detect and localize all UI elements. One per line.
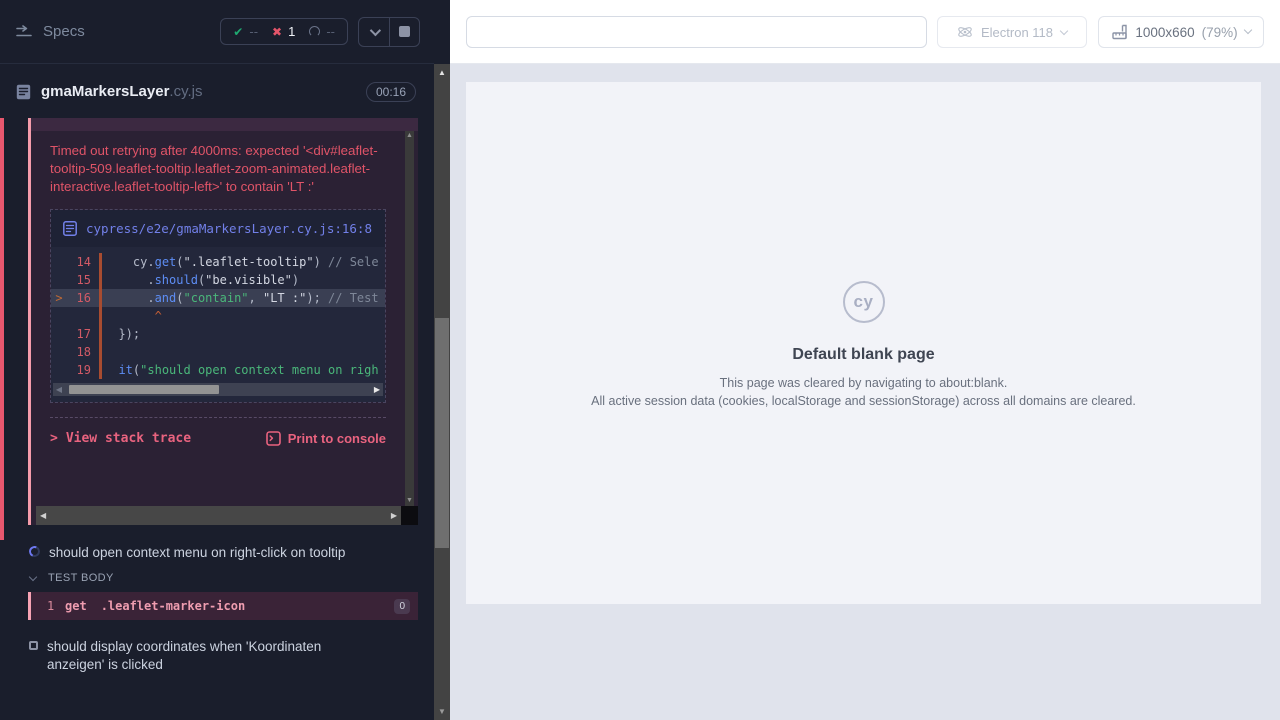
print-to-console-button[interactable]: Print to console <box>266 431 386 446</box>
electron-icon <box>957 24 973 40</box>
test-queued-icon <box>29 641 38 650</box>
code-frame: cypress/e2e/gmaMarkersLayer.cy.js:16:8 1… <box>50 209 386 403</box>
sidebar-toggle-icon <box>16 25 33 39</box>
scrollbar-thumb[interactable] <box>69 385 219 394</box>
test-error-panel: Timed out retrying after 4000ms: expecte… <box>28 118 418 525</box>
blank-page-description: This page was cleared by navigating to a… <box>720 376 1008 390</box>
test-title: should open context menu on right-click … <box>49 544 345 562</box>
scroll-down-arrow-icon[interactable]: ▼ <box>406 496 413 506</box>
stop-icon <box>399 26 410 37</box>
stat-failed: ✖ 1 <box>272 24 295 39</box>
spec-timer-badge: 00:16 <box>366 82 416 102</box>
browser-selector[interactable]: Electron 118 <box>937 16 1087 48</box>
error-horizontal-scrollbar[interactable]: ◀ ▶ <box>36 506 418 525</box>
viewport-zoom-label: (79%) <box>1202 25 1238 40</box>
code-horizontal-scrollbar[interactable]: ◀ ▶ <box>53 383 383 396</box>
blank-page-title: Default blank page <box>792 346 934 364</box>
scroll-right-arrow-icon[interactable]: ▶ <box>371 385 383 394</box>
blank-page-session-note: All active session data (cookies, localS… <box>591 394 1136 408</box>
failed-test-indicator-strip <box>0 118 4 540</box>
url-input[interactable] <box>466 16 927 48</box>
code-line: 18 <box>51 343 385 361</box>
test-running-spinner-icon <box>27 544 41 558</box>
collapse-tests-button[interactable] <box>359 18 389 46</box>
spec-file-icon <box>16 84 31 100</box>
specs-menu-toggle[interactable]: Specs <box>16 23 85 40</box>
scroll-up-arrow-icon[interactable]: ▲ <box>406 131 413 141</box>
scroll-right-arrow-icon[interactable]: ▶ <box>391 511 397 520</box>
command-number: 1 <box>31 599 61 613</box>
code-frame-file-link[interactable]: cypress/e2e/gmaMarkersLayer.cy.js:16:8 <box>86 219 372 238</box>
stat-pending: -- <box>309 24 335 39</box>
test-body-section-toggle[interactable]: TEST BODY <box>30 572 114 584</box>
chevron-down-icon <box>29 572 37 580</box>
code-line: 14 cy.get(".leaflet-tooltip") // Sele <box>51 253 385 271</box>
chevron-down-icon <box>1243 26 1251 34</box>
code-frame-header[interactable]: cypress/e2e/gmaMarkersLayer.cy.js:16:8 <box>51 210 385 247</box>
scroll-left-arrow-icon[interactable]: ◀ <box>40 511 46 520</box>
chevron-down-icon <box>1060 26 1068 34</box>
chevron-right-icon: > <box>50 431 58 446</box>
code-rows: 14 cy.get(".leaflet-tooltip") // Sele15 … <box>51 253 385 379</box>
scrollbar-thumb[interactable] <box>435 318 449 548</box>
spec-extension: .cy.js <box>169 83 202 100</box>
pending-circle-icon <box>309 26 320 37</box>
aut-iframe-page: cy Default blank page This page was clea… <box>466 82 1261 604</box>
spec-name: gmaMarkersLayer.cy.js <box>41 83 202 100</box>
stat-passed: ✔ -- <box>233 24 258 39</box>
console-icon <box>266 431 281 446</box>
test-stats: ✔ -- ✖ 1 -- <box>220 18 348 45</box>
error-actions-divider <box>50 417 386 418</box>
error-vertical-scrollbar[interactable]: ▲ ▼ <box>405 131 414 506</box>
code-line: 17 }); <box>51 325 385 343</box>
aut-toolbar: Electron 118 1000x660 (79%) <box>450 0 1280 64</box>
code-line: 19 it("should open context menu on righ <box>51 361 385 379</box>
test-item-running[interactable]: should open context menu on right-click … <box>29 544 409 562</box>
spec-header-row: gmaMarkersLayer.cy.js 00:16 <box>0 65 434 118</box>
test-title: should display coordinates when 'Koordin… <box>47 638 381 674</box>
test-item-queued[interactable]: should display coordinates when 'Koordin… <box>29 638 381 674</box>
view-stack-trace-button[interactable]: > View stack trace <box>50 431 191 446</box>
scroll-down-arrow-icon[interactable]: ▼ <box>434 707 450 716</box>
run-controls <box>358 17 420 47</box>
cypress-logo-icon: cy <box>843 281 885 323</box>
scroll-up-arrow-icon[interactable]: ▲ <box>434 68 450 77</box>
element-count-badge: 0 <box>394 599 410 614</box>
test-body-label: TEST BODY <box>48 572 114 584</box>
cypress-reporter-panel: Specs ✔ -- ✖ 1 -- <box>0 0 450 720</box>
command-method: get <box>65 599 87 613</box>
specs-label: Specs <box>43 23 85 40</box>
x-icon: ✖ <box>272 25 282 39</box>
chevron-down-icon <box>370 24 381 35</box>
code-line: 15 .should("be.visible") <box>51 271 385 289</box>
error-message: Timed out retrying after 4000ms: expecte… <box>50 142 386 196</box>
code-block: 14 cy.get(".leaflet-tooltip") // Sele15 … <box>51 247 385 402</box>
reporter-header: Specs ✔ -- ✖ 1 -- <box>0 0 434 64</box>
file-icon <box>63 221 77 238</box>
scrollbar-corner <box>401 506 418 525</box>
command-args: .leaflet-marker-icon <box>101 599 246 613</box>
command-log-entry[interactable]: 1 get .leaflet-marker-icon 0 <box>28 592 418 620</box>
viewport-selector[interactable]: 1000x660 (79%) <box>1098 16 1264 48</box>
browser-label: Electron 118 <box>981 25 1053 40</box>
reporter-scrollbar[interactable]: ▲ ▼ <box>434 64 450 720</box>
aut-background: cy Default blank page This page was clea… <box>450 64 1280 720</box>
scroll-left-arrow-icon[interactable]: ◀ <box>53 385 65 394</box>
code-line: >16 .and("contain", "LT :"); // Test <box>51 289 385 307</box>
failed-test-row-sliver <box>31 118 418 131</box>
code-line: ^ <box>51 307 385 325</box>
ruler-icon <box>1111 24 1128 40</box>
check-icon: ✔ <box>233 25 243 39</box>
stop-run-button[interactable] <box>389 18 419 46</box>
viewport-size-label: 1000x660 <box>1135 25 1194 40</box>
